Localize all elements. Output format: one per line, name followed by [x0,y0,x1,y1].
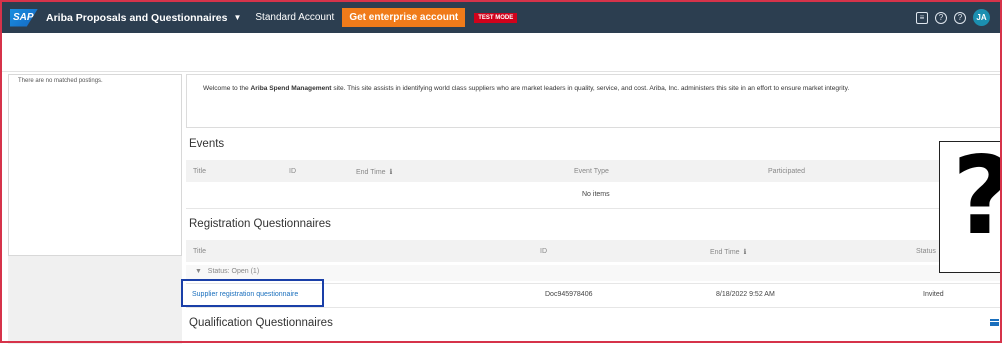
top-icons-group: ≡ ? ? JA [916,9,990,26]
help-icon[interactable]: ? [935,11,947,24]
events-col-end-time-label: End Time [356,169,386,176]
get-enterprise-account-button[interactable]: Get enterprise account [342,8,466,27]
chevron-down-icon[interactable]: ▼ [233,13,241,22]
support-icon[interactable]: ? [954,11,966,24]
qualification-title: Qualification Questionnaires [189,317,333,329]
events-title: Events [189,138,225,150]
questionnaire-id: Doc945978406 [545,291,593,298]
postings-panel [8,74,182,256]
test-mode-badge: TEST MODE [474,12,518,23]
status-group-text: Status: Open [207,268,249,275]
registration-col-title[interactable]: Title [193,248,206,255]
registration-title: Registration Questionnaires [189,218,331,230]
events-col-id[interactable]: ID [289,168,296,175]
welcome-text: Welcome to the Ariba Spend Management si… [203,85,849,92]
divider [186,208,1002,209]
user-avatar[interactable]: JA [973,9,990,26]
sap-logo-text: SAP [13,12,34,23]
registration-col-end-time-label: End Time [710,249,740,256]
questionnaire-end-time: 8/18/2022 9:52 AM [716,291,775,298]
account-type-label: Standard Account [255,12,335,23]
notifications-icon[interactable]: ≡ [916,11,928,24]
site-name: Ariba Spend Management [250,85,332,92]
collapse-triangle-icon[interactable]: ▼ [195,268,202,275]
events-col-title[interactable]: Title [193,168,206,175]
welcome-panel [186,74,1002,128]
status-group-label[interactable]: ▼ Status: Open (1) [195,268,259,275]
welcome-prefix: Welcome to the [203,85,251,92]
events-col-participated[interactable]: Participated [768,168,805,175]
top-navigation-bar: SAP Ariba Proposals and Questionnaires ▼… [2,2,1000,33]
no-postings-message: There are no matched postings. [18,78,103,84]
question-mark-symbol: ? [952,143,1002,251]
divider [186,307,1002,308]
table-options-grid-icon[interactable] [990,319,999,327]
app-title[interactable]: Ariba Proposals and Questionnaires [46,12,227,24]
events-col-event-type[interactable]: Event Type [574,168,609,175]
highlight-annotation [181,279,324,307]
secondary-bar [2,33,1000,72]
sap-logo[interactable]: SAP [10,8,38,27]
registration-col-id[interactable]: ID [540,248,547,255]
info-icon[interactable]: ℹ [390,169,393,176]
registration-header-row [186,240,1002,262]
registration-col-end-time[interactable]: End Time ℹ [710,248,746,256]
info-icon[interactable]: ℹ [744,249,747,256]
events-empty-message: No items [582,191,610,198]
status-group-count: (1) [250,268,260,275]
registration-col-status[interactable]: Status [916,248,936,255]
questionnaire-status: Invited [923,291,944,298]
welcome-suffix: site. This site assists in identifying w… [331,85,850,92]
events-col-end-time[interactable]: End Time ℹ [356,168,392,176]
